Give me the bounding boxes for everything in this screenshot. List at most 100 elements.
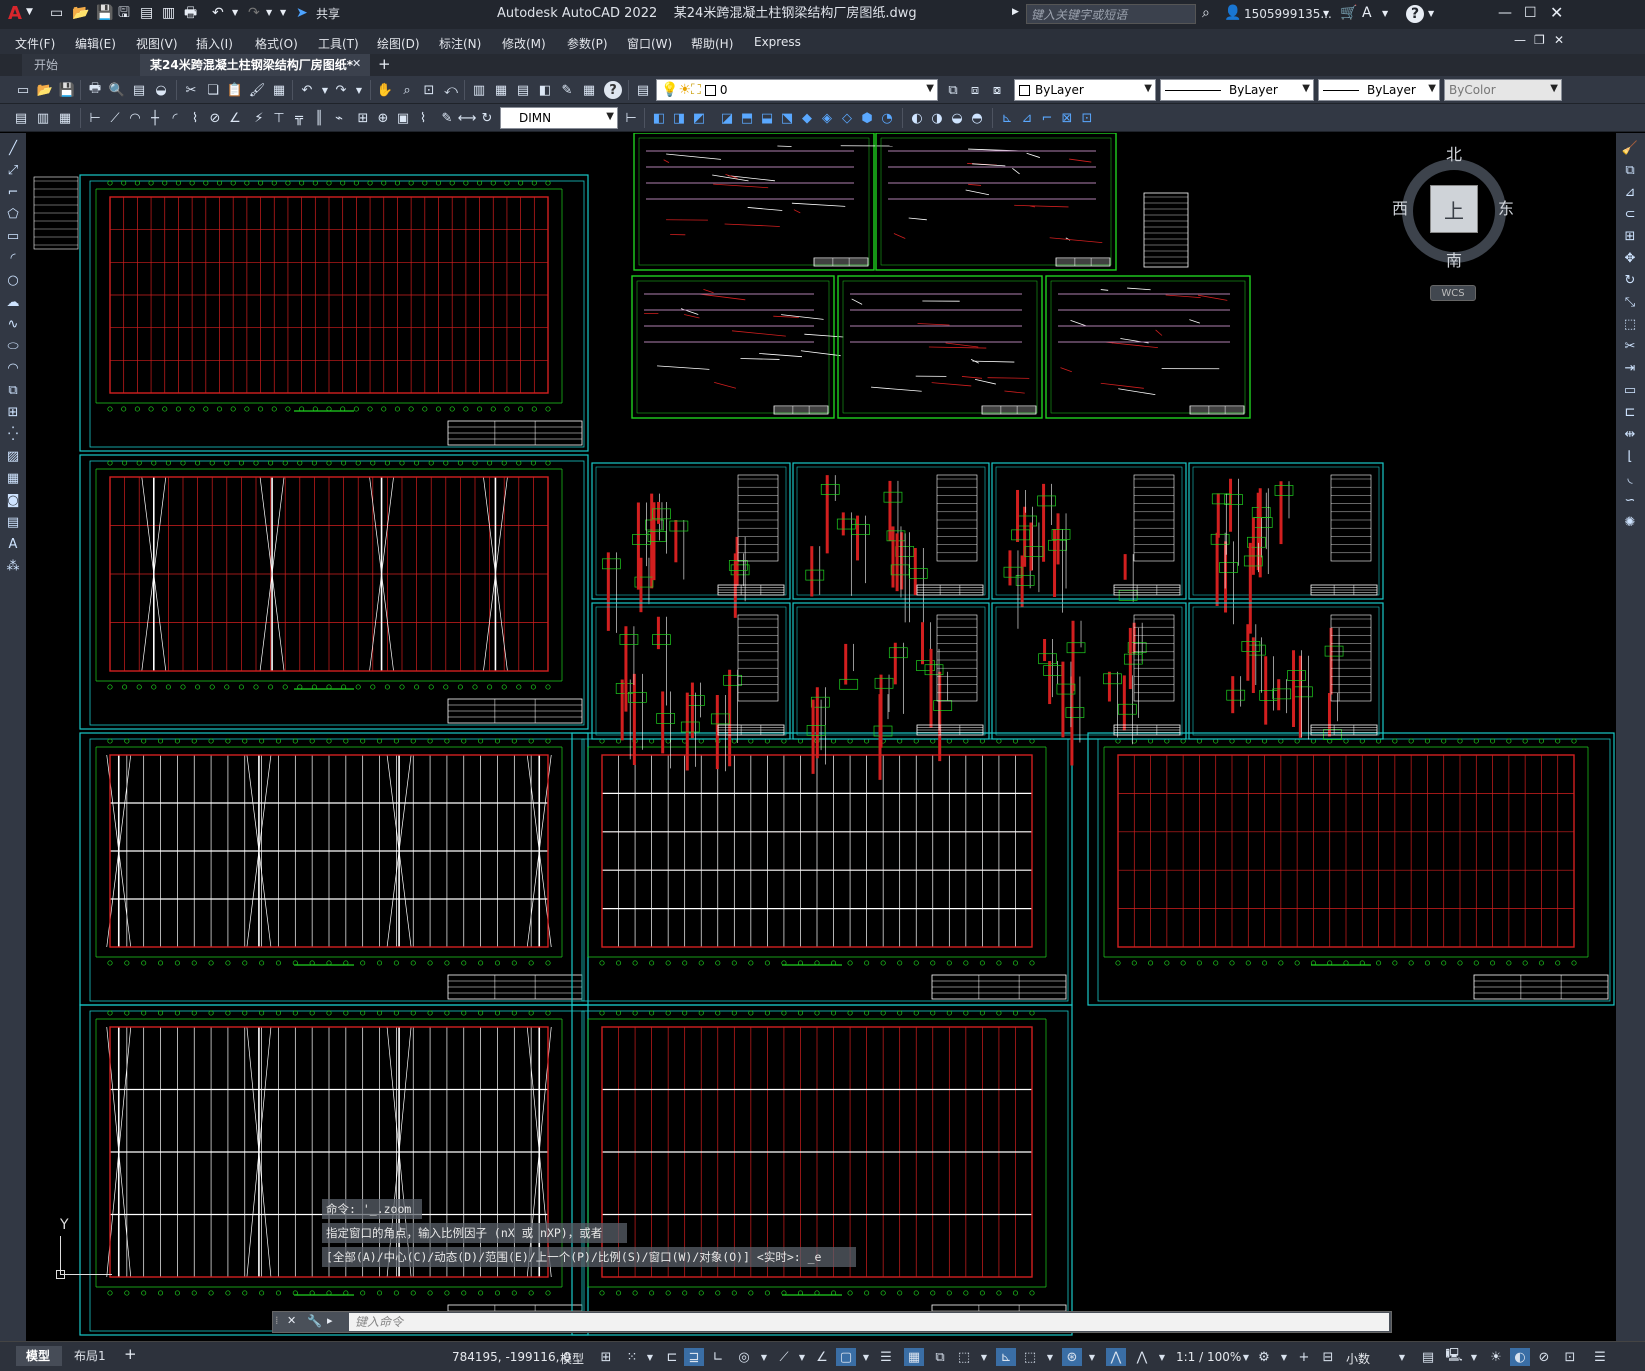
dim-edit-icon[interactable]: ✎ [438,109,456,127]
annotation-monitor-icon[interactable]: + [1294,1348,1314,1366]
sheet-set-icon[interactable]: ◧ [536,81,554,99]
sun-icon[interactable]: ☀ [678,83,691,97]
rectangle-icon[interactable]: ▭ [4,227,22,245]
dimstyle-dropdown[interactable]: DIMN ▼ [500,107,618,129]
isodraft-icon[interactable]: ⟋ [774,1348,794,1366]
customize-command-icon[interactable]: 🔧 [307,1315,322,1327]
circle-icon[interactable]: ○ [4,271,22,289]
zoom-window-icon[interactable]: ⊡ [420,81,438,99]
tolerance-icon[interactable]: ⊞ [354,109,372,127]
chevron-down-icon[interactable]: ▼ [926,83,934,94]
maximize-icon[interactable]: ☐ [1524,6,1537,20]
stretch-icon[interactable]: ⬚ [1621,315,1639,333]
lineweight-icon[interactable]: ☰ [876,1348,896,1366]
tab-start[interactable]: 开始 [22,54,140,76]
point-icon[interactable]: ⁛ [4,425,22,443]
ortho-icon[interactable]: ∟ [708,1348,728,1366]
dim-ordinate-icon[interactable]: ┼ [146,109,164,127]
object-snap-tracking-icon[interactable]: ∠ [812,1348,832,1366]
layer-previous-icon[interactable]: ⧈ [966,81,984,99]
workspace-dropdown-icon[interactable]: ▼ [1274,1348,1294,1366]
copy-icon[interactable]: ❏ [204,81,222,99]
design-center-icon[interactable]: ▦ [492,81,510,99]
doc-restore-icon[interactable]: ❐ [1534,34,1545,46]
3d-osnap-icon[interactable]: ⬚ [954,1348,974,1366]
view-right-icon[interactable]: ◪ [718,109,736,127]
erase-icon[interactable]: 🧹 [1621,139,1639,157]
lineweight-dropdown[interactable]: ByLayer ▼ [1318,79,1440,101]
compass-east[interactable]: 东 [1498,201,1514,217]
view-bottom-icon[interactable]: ⬓ [758,109,776,127]
recent-commands-icon[interactable]: ▸ [327,1315,333,1326]
visual-style-hidden-icon[interactable]: ◑ [928,109,946,127]
doc-close-icon[interactable]: ✕ [1554,34,1564,46]
pan-icon[interactable]: ✋ [376,81,394,99]
user-name[interactable]: 1505999135... [1244,8,1332,20]
orbit-icon[interactable]: ◔ [878,109,896,127]
view-back-icon[interactable]: ⬒ [738,109,756,127]
markup-icon[interactable]: ✎ [558,81,576,99]
layer-dropdown[interactable]: 💡 ☀ ⛶ 0 ▼ [656,79,938,101]
transparency-icon[interactable]: ▦ [904,1348,924,1366]
save-icon[interactable]: 💾 [58,81,76,99]
lock-icon[interactable]: ⛶ [691,83,701,97]
chevron-down-icon[interactable]: ▼ [1144,83,1152,94]
tool-palettes-icon[interactable]: ▤ [514,81,532,99]
mtext-icon[interactable]: A [4,535,22,553]
view-se-iso-icon[interactable]: ◆ [798,109,816,127]
color-dropdown[interactable]: ByLayer ▼ [1014,79,1156,101]
add-layout-icon[interactable]: + [124,1347,137,1362]
cut-icon[interactable]: ✂ [182,81,200,99]
line-icon[interactable]: ╱ [4,139,22,157]
chevron-down-icon[interactable]: ▼ [1550,83,1558,94]
properties-palette-icon[interactable]: ▤ [12,109,30,127]
help-dropdown-icon[interactable]: ▼ [1428,10,1434,18]
menu-file[interactable]: 文件(F) [15,35,55,52]
visual-style-wire-icon[interactable]: ◐ [908,109,926,127]
make-block-icon[interactable]: ⊞ [4,403,22,421]
offset-icon[interactable]: ⊂ [1621,205,1639,223]
graphics-performance-icon[interactable]: ⊘ [1534,1348,1554,1366]
ellipse-icon[interactable]: ⬭ [4,337,22,355]
view-front-icon[interactable]: ◧ [650,109,668,127]
3d-osnap-dropdown-icon[interactable]: ▼ [974,1348,994,1366]
menu-help[interactable]: 帮助(H) [691,35,733,52]
polar-dropdown-icon[interactable]: ▼ [754,1348,774,1366]
redo-dropdown-icon[interactable]: ▼ [350,81,368,99]
model-space-toggle[interactable]: 模型 [560,1350,584,1367]
paste-icon[interactable]: 📋 [226,81,244,99]
join-icon[interactable]: ⇹ [1621,425,1639,443]
menu-insert[interactable]: 插入(I) [196,35,233,52]
calculator-icon[interactable]: ▦ [580,81,598,99]
menu-express[interactable]: Express [754,35,801,49]
coordinates-readout[interactable]: 784195, -199116, 0 [452,1350,571,1364]
region-icon[interactable]: ◙ [4,491,22,509]
grid-icon[interactable]: ⊞ [596,1348,616,1366]
selection-filter-icon[interactable]: ⬚ [1020,1348,1040,1366]
close-icon[interactable]: ✕ [1550,5,1563,21]
redo-icon[interactable]: ↷ [248,6,260,20]
layer-walk-icon[interactable]: ▦ [56,109,74,127]
ucs-face-icon[interactable]: ⊠ [1058,109,1076,127]
user-icon[interactable]: 👤 [1224,6,1241,20]
polygon-icon[interactable]: ⬠ [4,205,22,223]
preview-icon[interactable]: 🔍 [108,81,126,99]
plot-batch-icon[interactable]: ▥ [162,6,175,20]
drawing-canvas[interactable] [26,133,1616,1341]
units-dropdown-icon[interactable]: ▼ [1392,1348,1412,1366]
dynamic-input-icon[interactable]: ⊒ [684,1348,704,1366]
annotation-scale-dropdown-icon[interactable]: ▼ [1236,1348,1256,1366]
make-current-icon[interactable]: ⧉ [944,81,962,99]
dim-continue-icon[interactable]: ╦ [290,109,308,127]
spline-icon[interactable]: ∿ [4,315,22,333]
break-icon[interactable]: ⊏ [1621,403,1639,421]
dim-update-icon[interactable]: ↻ [478,109,496,127]
open-icon[interactable]: 📂 [72,6,89,20]
save-icon[interactable]: 💾 [96,6,113,20]
dynamic-ucs-icon[interactable]: ⊾ [996,1348,1016,1366]
dim-radius-icon[interactable]: ◜ [166,109,184,127]
new-icon[interactable]: ▭ [50,6,63,20]
zoom-previous-icon[interactable]: ⤺ [442,81,460,99]
chevron-down-icon[interactable]: ▼ [1302,83,1310,94]
hardware-acceleration-icon[interactable]: ◐ [1510,1348,1530,1366]
